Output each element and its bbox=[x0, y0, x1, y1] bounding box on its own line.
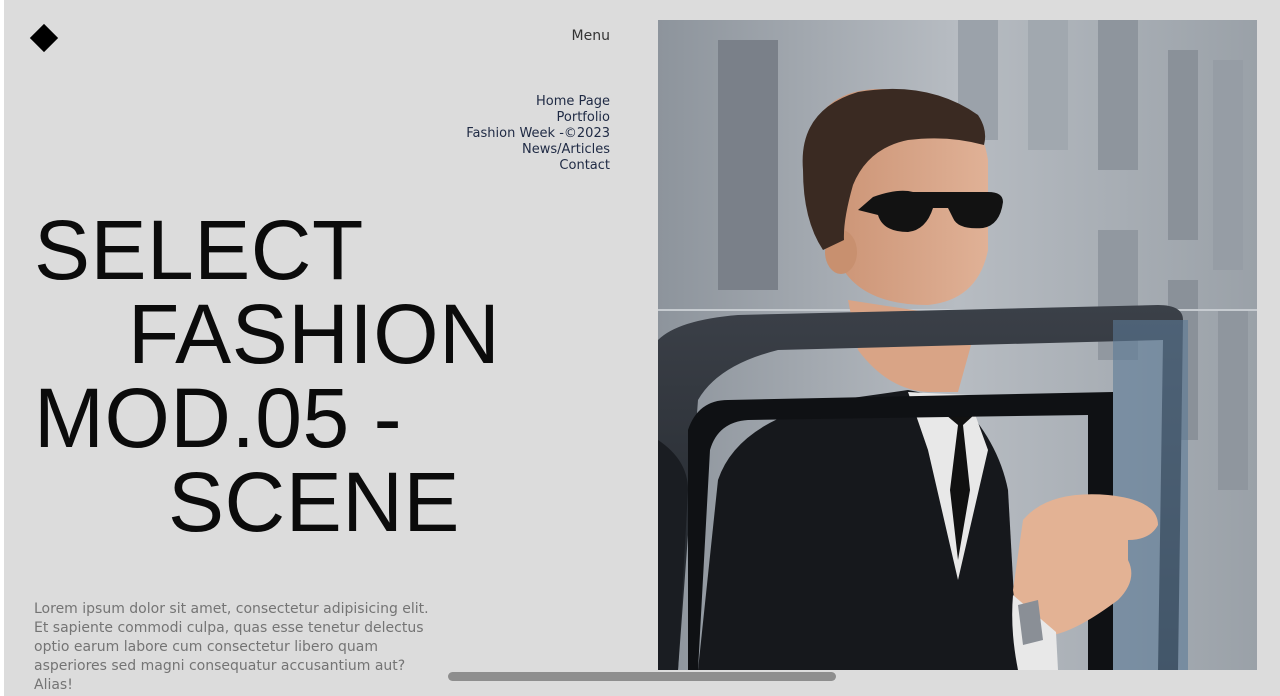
diamond-logo-icon[interactable] bbox=[29, 23, 59, 53]
nav-link-news-articles[interactable]: News/Articles bbox=[424, 142, 610, 158]
nav-link-portfolio[interactable]: Portfolio bbox=[424, 110, 610, 126]
nav-link-home-page[interactable]: Home Page bbox=[424, 94, 610, 110]
headline-line-4: SCENE bbox=[168, 455, 460, 549]
hero-photo-illustration bbox=[658, 20, 1257, 670]
hero-description: Lorem ipsum dolor sit amet, consectetur … bbox=[34, 601, 429, 693]
nav-menu: Home Page Portfolio Fashion Week -©2023 … bbox=[424, 94, 610, 174]
hero-headline: SELECT FASHION MOD.05 - SCENE bbox=[34, 208, 500, 544]
hero-photo bbox=[658, 20, 1257, 670]
horizontal-scrollbar-thumb[interactable] bbox=[448, 672, 836, 681]
headline-line-1: SELECT bbox=[34, 203, 364, 297]
headline-line-3: MOD.05 - bbox=[34, 371, 403, 465]
nav-link-fashion-week[interactable]: Fashion Week -©2023 bbox=[424, 126, 610, 142]
page: Menu Home Page Portfolio Fashion Week -©… bbox=[4, 0, 1280, 696]
nav-link-contact[interactable]: Contact bbox=[424, 158, 610, 174]
menu-button[interactable]: Menu bbox=[560, 28, 610, 44]
headline-line-2: FASHION bbox=[128, 287, 501, 381]
